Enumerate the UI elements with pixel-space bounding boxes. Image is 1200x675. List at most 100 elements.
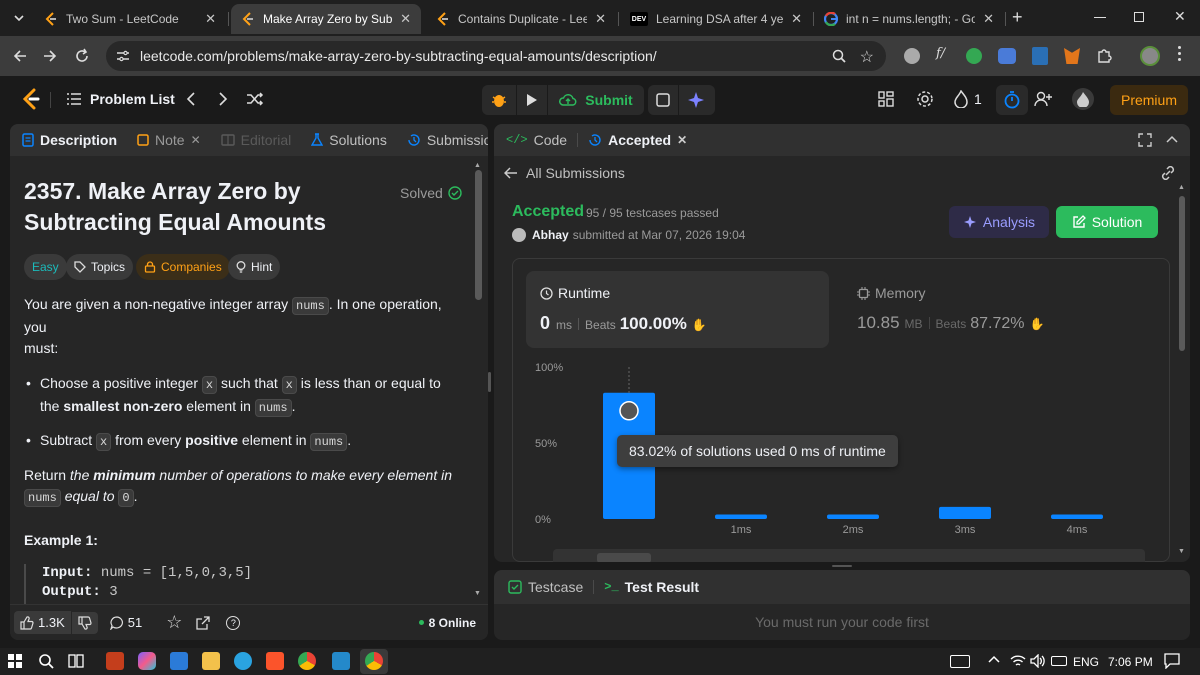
- tab-test-result[interactable]: >_ Test Result: [598, 579, 705, 595]
- wifi-icon[interactable]: [1010, 654, 1026, 668]
- chrome-icon[interactable]: [365, 652, 383, 670]
- scroll-down-icon[interactable]: ▼: [1178, 548, 1185, 555]
- tab-solutions[interactable]: Solutions: [305, 132, 393, 148]
- problem-list-button[interactable]: Problem List: [66, 91, 175, 107]
- scroll-down-icon[interactable]: ▼: [474, 590, 481, 597]
- dislike-button[interactable]: [70, 611, 98, 634]
- extension-icon[interactable]: [998, 48, 1016, 64]
- tab-editorial[interactable]: Editorial: [215, 132, 298, 148]
- back-icon[interactable]: [12, 48, 28, 64]
- chart-scrollbar-track[interactable]: [553, 549, 1145, 562]
- timer-button[interactable]: [996, 85, 1028, 115]
- browser-tab[interactable]: int n = nums.length; - Googl ✕: [814, 4, 1004, 34]
- powerpoint-icon[interactable]: [106, 652, 124, 670]
- tab-accepted[interactable]: Accepted ✕: [582, 132, 693, 148]
- layout-icon[interactable]: [878, 91, 894, 107]
- chart-bar[interactable]: [1051, 514, 1103, 519]
- tab-search-button[interactable]: [10, 9, 28, 27]
- close-window-button[interactable]: ✕: [1174, 8, 1186, 25]
- zoom-icon[interactable]: [832, 49, 846, 63]
- chart-bar[interactable]: [715, 514, 767, 519]
- browser-tab-active[interactable]: Make Array Zero by Subtract ✕: [231, 4, 421, 34]
- more-menu-icon[interactable]: [1178, 46, 1182, 61]
- ai-assist-button[interactable]: [679, 85, 715, 115]
- extension-icon[interactable]: [904, 48, 920, 64]
- clock[interactable]: 7:06 PM: [1108, 655, 1153, 669]
- chart-bar[interactable]: [827, 514, 879, 519]
- restore-button[interactable]: [1134, 12, 1144, 22]
- comments-button[interactable]: 51: [109, 615, 142, 630]
- volume-icon[interactable]: [1030, 654, 1046, 668]
- store-icon[interactable]: [170, 652, 188, 670]
- like-button[interactable]: 1.3K: [14, 611, 71, 634]
- share-icon[interactable]: [196, 615, 211, 630]
- help-icon[interactable]: ?: [226, 615, 241, 630]
- memory-card[interactable]: Memory 10.85 MB Beats 87.72% ✋: [843, 271, 1143, 348]
- copy-link-icon[interactable]: [1160, 166, 1176, 180]
- scroll-up-icon[interactable]: ▲: [474, 162, 481, 169]
- url-input[interactable]: leetcode.com/problems/make-array-zero-by…: [106, 41, 886, 71]
- keyboard-icon[interactable]: [950, 655, 970, 668]
- expand-icon[interactable]: [1138, 133, 1152, 147]
- extensions-puzzle-icon[interactable]: [1096, 48, 1112, 64]
- extension-icon[interactable]: [1032, 47, 1048, 65]
- telegram-icon[interactable]: [234, 652, 252, 670]
- collapse-icon[interactable]: [1166, 135, 1178, 143]
- task-view-icon[interactable]: [68, 654, 84, 668]
- formula-extension-icon[interactable]: f/: [936, 46, 945, 61]
- analysis-button[interactable]: Analysis: [949, 206, 1049, 238]
- close-icon[interactable]: ✕: [191, 133, 201, 147]
- resize-handle[interactable]: [832, 565, 852, 567]
- tab-submissions[interactable]: Submissio: [401, 132, 488, 148]
- hint-button[interactable]: Hint: [228, 254, 281, 280]
- tab-code[interactable]: </> Code: [500, 132, 573, 148]
- search-icon[interactable]: [38, 653, 54, 669]
- tab-note[interactable]: Note ✕: [131, 132, 207, 148]
- shuffle-icon[interactable]: [246, 91, 264, 107]
- windows-start-icon[interactable]: [8, 654, 22, 668]
- add-user-icon[interactable]: [1034, 91, 1052, 107]
- next-problem-icon[interactable]: [218, 92, 228, 106]
- tab-description[interactable]: Description: [16, 132, 123, 148]
- tab-testcase[interactable]: Testcase: [502, 579, 589, 595]
- close-icon[interactable]: ✕: [205, 11, 216, 27]
- new-tab-button[interactable]: +: [1012, 7, 1023, 28]
- close-icon[interactable]: ✕: [791, 11, 802, 27]
- streak-button[interactable]: 1: [954, 90, 982, 108]
- username[interactable]: Abhay: [532, 228, 569, 242]
- debug-button[interactable]: [482, 85, 516, 115]
- reload-icon[interactable]: [74, 48, 90, 64]
- notifications-icon[interactable]: [1164, 653, 1180, 669]
- forward-icon[interactable]: [42, 48, 58, 64]
- chart-scrollbar-thumb[interactable]: [597, 553, 651, 562]
- scroll-up-icon[interactable]: ▲: [1178, 184, 1185, 191]
- close-icon[interactable]: ✕: [677, 133, 687, 147]
- minimize-button[interactable]: [1094, 17, 1106, 18]
- premium-button[interactable]: Premium: [1110, 85, 1188, 115]
- battery-icon[interactable]: [1051, 656, 1067, 666]
- solution-button[interactable]: Solution: [1056, 206, 1158, 238]
- submit-button[interactable]: Submit: [548, 85, 644, 115]
- resize-handle[interactable]: [488, 372, 491, 392]
- profile-avatar[interactable]: [1140, 46, 1160, 66]
- tray-chevron-up-icon[interactable]: [988, 655, 1000, 663]
- browser-tab[interactable]: Two Sum - LeetCode ✕: [34, 4, 226, 34]
- scrollbar[interactable]: [475, 170, 482, 300]
- user-avatar[interactable]: [1072, 88, 1094, 110]
- close-icon[interactable]: ✕: [595, 11, 606, 27]
- prev-problem-icon[interactable]: [186, 92, 196, 106]
- chart-bar[interactable]: [939, 506, 991, 519]
- browser-tab[interactable]: Contains Duplicate - LeetCo ✕: [426, 4, 616, 34]
- metamask-icon[interactable]: [1064, 48, 1080, 64]
- browser-tab[interactable]: DEV Learning DSA after 4 years o ✕: [620, 4, 812, 34]
- favorite-star-icon[interactable]: ☆: [166, 612, 182, 633]
- chrome-icon[interactable]: [298, 652, 316, 670]
- file-explorer-icon[interactable]: [202, 652, 220, 670]
- topics-button[interactable]: Topics: [66, 254, 134, 280]
- brave-icon[interactable]: [266, 652, 284, 670]
- copilot-icon[interactable]: [138, 652, 156, 670]
- notes-button[interactable]: [648, 85, 678, 115]
- close-icon[interactable]: ✕: [983, 11, 994, 27]
- extension-icon[interactable]: [966, 48, 982, 64]
- run-button[interactable]: [517, 85, 547, 115]
